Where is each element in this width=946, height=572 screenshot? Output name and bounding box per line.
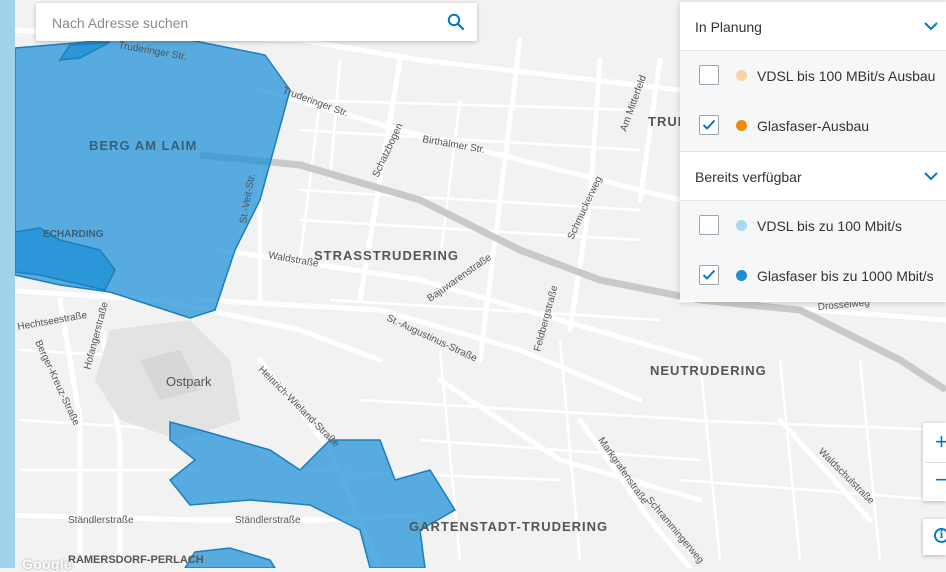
legend-item-vdsl-available[interactable]: VDSL bis zu 100 Mbit/s [680, 201, 946, 251]
park-label: Ostpark [166, 374, 212, 389]
legend-item-label: VDSL bis zu 100 Mbit/s [757, 218, 902, 234]
district-label: GARTENSTADT-TRUDERING [409, 519, 608, 534]
legend-item-fiber-planning[interactable]: Glasfaser-Ausbau [680, 101, 946, 152]
left-edge-strip [0, 0, 15, 568]
section-title: Bereits verfügbar [695, 169, 802, 185]
checkbox[interactable] [699, 215, 719, 235]
plus-icon: + [935, 429, 946, 454]
legend-panel: In Planung VDSL bis 100 MBit/s Ausbau Gl… [680, 2, 946, 302]
legend-section-planning-header[interactable]: In Planung [680, 2, 946, 51]
color-dot [736, 70, 747, 81]
legend-item-label: Glasfaser bis zu 1000 Mbit/s [757, 268, 934, 284]
address-search-box[interactable] [36, 3, 477, 43]
info-icon: i [934, 528, 946, 543]
district-label: ECHARDING [43, 229, 104, 240]
chevron-down-icon[interactable] [924, 168, 938, 181]
chevron-down-icon[interactable] [924, 18, 938, 31]
district-label: STRASSTRUDERING [314, 248, 459, 263]
legend-item-vdsl-planning[interactable]: VDSL bis 100 MBit/s Ausbau [680, 51, 946, 101]
info-button[interactable]: i [923, 519, 946, 555]
zoom-control: + − [923, 423, 946, 501]
color-dot [736, 120, 747, 131]
legend-item-fiber-available[interactable]: Glasfaser bis zu 1000 Mbit/s [680, 251, 946, 301]
zoom-out-button[interactable]: − [923, 463, 946, 501]
legend-section-available-header[interactable]: Bereits verfügbar [680, 152, 946, 201]
legend-item-label: VDSL bis 100 MBit/s Ausbau [757, 68, 936, 84]
checkbox[interactable] [699, 65, 719, 85]
minus-icon: − [935, 467, 946, 492]
color-dot [736, 270, 747, 281]
district-label: NEUTRUDERING [650, 363, 767, 378]
google-logo: Google [22, 556, 73, 572]
checkbox-checked[interactable] [699, 115, 719, 135]
district-label: BERG AM LAIM [89, 138, 197, 153]
search-icon[interactable] [447, 13, 465, 31]
checkbox-checked[interactable] [699, 265, 719, 285]
street-label: Ständlerstraße [68, 515, 134, 526]
street-label: Ständlerstraße [235, 515, 301, 526]
legend-item-label: Glasfaser-Ausbau [757, 118, 870, 134]
color-dot [736, 220, 747, 231]
district-label: RAMERSDORF-PERLACH [68, 554, 204, 566]
zoom-in-button[interactable]: + [923, 423, 946, 461]
section-title: In Planung [695, 19, 762, 35]
search-input[interactable] [50, 3, 434, 43]
